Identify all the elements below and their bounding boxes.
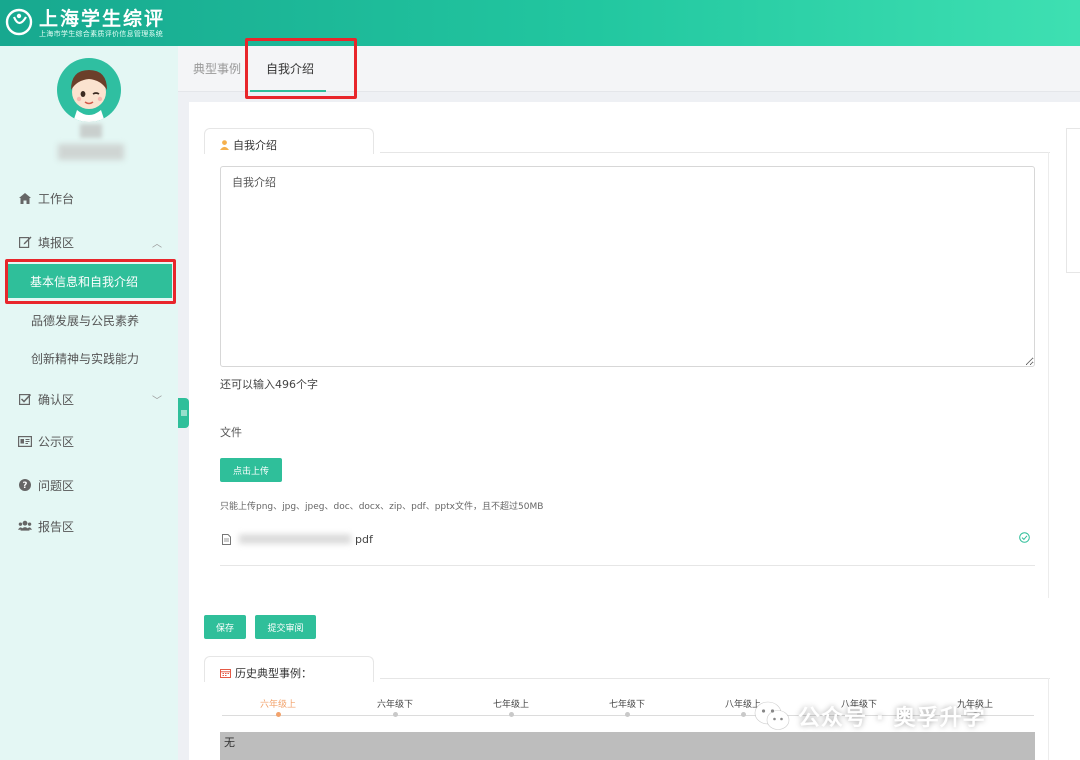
checkbox-icon [18,392,32,406]
char-counter: 还可以输入496个字 [220,378,318,391]
submit-review-button[interactable]: 提交审阅 [255,615,316,639]
history-section-border-right [1048,678,1049,760]
timeline-grade-2[interactable]: 六年级下 [355,697,435,710]
document-icon [222,533,231,545]
school-redacted [58,144,124,160]
watermark-text: 公众号 · 奥孚升学 [798,706,986,731]
users-icon [18,519,32,533]
timeline-dot [393,712,398,717]
nav-workbench[interactable]: 工作台 [0,180,178,216]
timeline-dot [509,712,514,717]
save-button[interactable]: 保存 [204,615,246,639]
nav-fill-area[interactable]: 填报区 ︿ [0,224,178,260]
history-content: 无 [220,732,1035,760]
side-panel-edge [1066,128,1080,273]
nav-confirm-area[interactable]: 确认区 ﹀ [0,381,178,417]
upload-hint: 只能上传png、jpg、jpeg、doc、docx、zip、pdf、pptx文件… [220,502,544,512]
chevron-up-icon: ︿ [152,239,162,250]
self-intro-textarea[interactable]: 自我介绍 [220,166,1035,367]
history-title-text: 历史典型事例： [235,667,312,680]
nav-issues-area-label: 问题区 [38,478,75,493]
app-title: 上海学生综评 [39,8,166,30]
tab-typical-cases[interactable]: 典型事例 [193,46,241,92]
timeline-dot [741,712,746,717]
id-card-icon [18,434,32,448]
uploaded-file-row[interactable]: pdf [222,530,1034,548]
sidebar-item-moral[interactable]: 品德发展与公民素养 [0,303,178,337]
sidebar: 工作台 填报区 ︿ 基本信息和自我介绍 品德发展与公民素养 创新精神与实践能力 … [0,46,178,760]
timeline-grade-3[interactable]: 七年级上 [471,697,551,710]
timeline-grade-1[interactable]: 六年级上 [238,697,318,710]
menu-icon [180,410,187,416]
home-icon [18,191,32,205]
svg-text:?: ? [23,481,28,491]
history-section-border [380,678,1050,679]
sidebar-collapse-handle[interactable] [178,398,189,428]
top-header: 上海学生综评 上海市学生综合素质评价信息管理系统 [0,0,1080,46]
divider [220,565,1035,566]
calendar-icon [220,669,231,678]
nav-publicity-area[interactable]: 公示区 [0,423,178,459]
history-empty-text: 无 [224,736,235,749]
wechat-icon [754,701,790,730]
username-redacted [80,124,102,138]
sidebar-item-label: 创新精神与实践能力 [31,351,140,366]
nav-report-area[interactable]: 报告区 [0,508,178,544]
sidebar-item-label: 品德发展与公民素养 [31,313,140,328]
success-check-icon [1019,532,1030,543]
app-subtitle: 上海市学生综合素质评价信息管理系统 [39,30,164,38]
chevron-down-icon: ﹀ [152,396,162,407]
file-label: 文件 [220,426,242,439]
highlight-box-sidebar [5,259,176,304]
highlight-box-tab [245,38,357,99]
timeline-dot-active [276,712,281,717]
nav-issues-area[interactable]: ? 问题区 [0,467,178,503]
nav-report-area-label: 报告区 [38,519,75,534]
nav-confirm-area-label: 确认区 [38,392,75,407]
section-border [380,152,1050,153]
timeline-dot [625,712,630,717]
file-extension: pdf [355,532,373,546]
watermark: 公众号 · 奥孚升学 [754,700,986,732]
user-icon [220,140,229,150]
logo-icon [5,8,33,36]
edit-icon [18,235,32,249]
question-icon: ? [18,478,32,492]
history-title: 历史典型事例： [220,665,312,681]
nav-workbench-label: 工作台 [38,191,75,206]
timeline-grade-4[interactable]: 七年级下 [587,697,667,710]
section-title-self-intro: 自我介绍 [220,137,277,153]
nav-fill-area-label: 填报区 [38,235,75,250]
nav-publicity-area-label: 公示区 [38,434,75,449]
avatar [57,58,121,122]
section-border-right [1048,152,1049,598]
upload-button[interactable]: 点击上传 [220,458,282,482]
filename-redacted [239,534,351,544]
sidebar-item-innovation[interactable]: 创新精神与实践能力 [0,341,178,375]
section-title-text: 自我介绍 [233,139,277,152]
